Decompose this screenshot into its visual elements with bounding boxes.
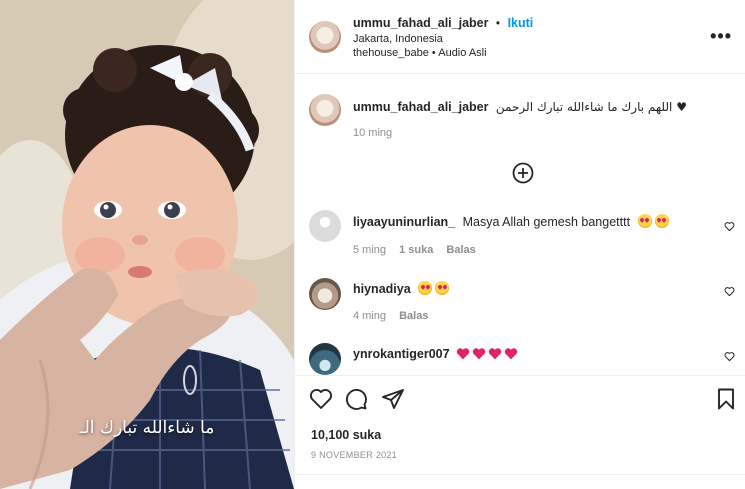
red-heart-emoji — [488, 348, 502, 360]
baby-photo — [0, 0, 294, 489]
likes-count[interactable]: 10,100 suka — [311, 428, 381, 442]
reply-button[interactable]: Balas — [399, 310, 428, 322]
actions-divider — [295, 375, 745, 376]
bookmark-icon[interactable] — [714, 387, 738, 411]
more-options-icon[interactable]: ••• — [710, 26, 732, 47]
caption-username[interactable]: ummu_fahad_ali_jaber — [353, 100, 488, 114]
header-dot: • — [495, 16, 501, 30]
comment-likes[interactable]: 1 suka — [399, 244, 433, 256]
comment-like-heart-icon[interactable] — [724, 351, 735, 362]
comment-meta: 5 ming 1 suka Balas — [353, 244, 476, 256]
comment-text: Masya Allah gemesh bangetttt — [462, 215, 631, 229]
audio-separator: • — [431, 47, 436, 59]
author-username[interactable]: ummu_fahad_ali_jaber — [353, 16, 488, 30]
comment-username[interactable]: liyaayuninurlian_ — [353, 215, 455, 229]
heart-eyes-emoji — [435, 281, 450, 295]
heart-icon[interactable] — [309, 387, 333, 411]
follow-button[interactable]: Ikuti — [508, 16, 534, 30]
post-media-video[interactable]: ما شاءالله تبارك الـ — [0, 0, 294, 489]
comment-time[interactable]: 5 ming — [353, 244, 386, 256]
red-heart-emoji — [456, 348, 470, 360]
commenter-avatar[interactable] — [309, 278, 341, 310]
reply-button[interactable]: Balas — [446, 244, 475, 256]
caption: ummu_fahad_ali_jaber اللهم بارك ما شاءال… — [353, 98, 733, 116]
video-overlay-text: ما شاءالله تبارك الـ — [79, 418, 215, 438]
comment-like-heart-icon[interactable] — [724, 221, 735, 232]
audio-line: thehouse_babe • Audio Asli — [353, 47, 487, 59]
heart-eyes-emoji — [654, 214, 669, 228]
audio-label[interactable]: Audio Asli — [438, 47, 486, 59]
caption-time[interactable]: 10 ming — [353, 127, 392, 139]
commenter-avatar[interactable] — [309, 210, 341, 242]
author-avatar[interactable] — [309, 21, 341, 53]
red-heart-emoji — [504, 348, 518, 360]
red-heart-emoji — [472, 348, 486, 360]
comment-meta: 4 ming Balas — [353, 310, 428, 322]
location-link[interactable]: Jakarta, Indonesia — [353, 33, 443, 45]
comment-box-divider — [295, 474, 745, 475]
comment-like-heart-icon[interactable] — [724, 286, 735, 297]
post-date[interactable]: 9 NOVEMBER 2021 — [311, 450, 397, 460]
audio-user-link[interactable]: thehouse_babe — [353, 47, 429, 59]
comment-username[interactable]: ynrokantiger007 — [353, 347, 450, 361]
comment-icon[interactable] — [344, 387, 368, 411]
plus-circle-icon[interactable] — [511, 161, 535, 185]
comment-username[interactable]: hiynadiya — [353, 282, 411, 296]
caption-avatar[interactable] — [309, 94, 341, 126]
star-struck-emoji — [637, 214, 652, 228]
star-struck-emoji — [418, 281, 433, 295]
comment-time[interactable]: 4 ming — [353, 310, 386, 322]
send-icon[interactable] — [381, 387, 405, 411]
post-header: ummu_fahad_ali_jaber • Ikuti Jakarta, In… — [295, 0, 745, 74]
commenter-avatar[interactable] — [309, 343, 341, 375]
caption-text: اللهم بارك ما شاءالله تبارك الرحمن ♥ — [495, 100, 687, 114]
post-side-panel: ummu_fahad_ali_jaber • Ikuti Jakarta, In… — [294, 0, 745, 489]
